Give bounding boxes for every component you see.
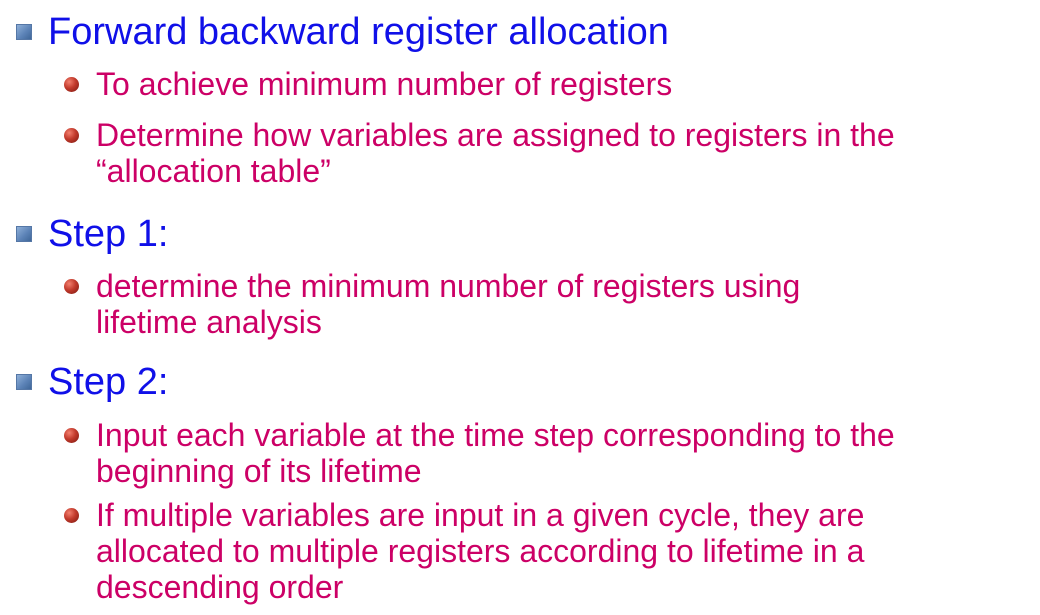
- round-bullet-icon: [64, 279, 79, 294]
- bullet-lifetime-analysis-line-2: lifetime analysis: [96, 304, 322, 340]
- bullet-allocation-line-1: Determine how variables are assigned to …: [96, 117, 895, 153]
- bullet-input-variable-line-1: Input each variable at the time step cor…: [96, 417, 895, 453]
- bullet-multiple-variables-line-3: descending order: [96, 569, 344, 605]
- heading-forward-backward: Forward backward register allocation: [48, 11, 669, 53]
- slide: Forward backward register allocation To …: [0, 0, 1040, 615]
- heading-step-2: Step 2:: [48, 361, 169, 403]
- square-bullet-icon: [16, 226, 32, 242]
- round-bullet-icon: [64, 508, 79, 523]
- bullet-minimum-registers: To achieve minimum number of registers: [96, 66, 673, 102]
- round-bullet-icon: [64, 428, 79, 443]
- square-bullet-icon: [16, 24, 32, 40]
- bullet-input-variable-line-2: beginning of its lifetime: [96, 453, 422, 489]
- square-bullet-icon: [16, 374, 32, 390]
- round-bullet-icon: [64, 128, 79, 143]
- bullet-allocation-line-2: “allocation table”: [96, 153, 331, 189]
- bullet-multiple-variables-line-2: allocated to multiple registers accordin…: [96, 533, 865, 569]
- bullet-multiple-variables-line-1: If multiple variables are input in a giv…: [96, 497, 865, 533]
- bullet-lifetime-analysis-line-1: determine the minimum number of register…: [96, 268, 801, 304]
- heading-step-1: Step 1:: [48, 213, 169, 255]
- round-bullet-icon: [64, 77, 79, 92]
